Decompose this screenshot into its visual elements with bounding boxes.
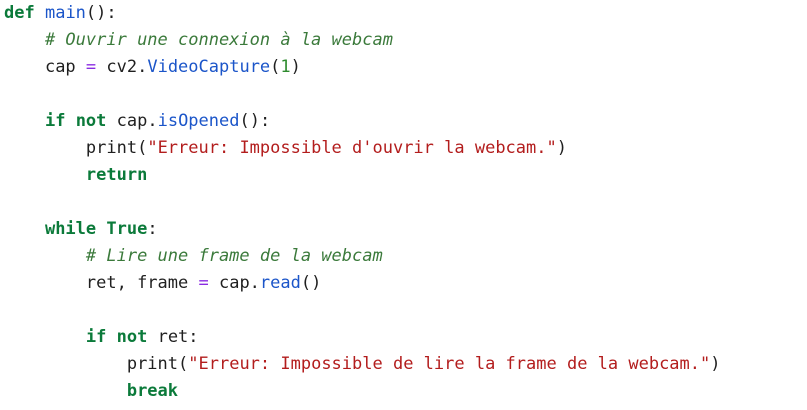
punctuation: ():: [85, 3, 117, 23]
code-editor: def main(): # Ouvrir une connexion à la …: [0, 0, 807, 410]
punctuation: (): [300, 273, 322, 293]
punctuation: ():: [239, 111, 271, 131]
comment: # Lire une frame de la webcam: [85, 246, 383, 266]
module-ref: cv2.: [96, 57, 148, 77]
keyword-not: not: [116, 327, 148, 347]
code-line-def-main: def main():: [4, 0, 117, 27]
number-literal: 1: [280, 57, 291, 77]
code-line-if-not-ret: if not ret:: [4, 324, 199, 351]
method-name: VideoCapture: [147, 57, 271, 77]
code-line-break: break: [4, 378, 178, 405]
code-line-print-read-error: print("Erreur: Impossible de lire la fra…: [126, 354, 721, 374]
comment: # Ouvrir une connexion à la webcam: [44, 30, 393, 50]
builtin-print: print: [85, 138, 138, 158]
code-line-read: ret, frame = cap.read(): [4, 270, 321, 297]
builtin-print: print: [126, 354, 179, 374]
paren-close: ): [290, 57, 301, 77]
operator: =: [198, 273, 209, 293]
keyword-def: def: [4, 3, 35, 23]
variables: ret, frame: [85, 273, 199, 293]
code-line-capture: cap = cv2.VideoCapture(1): [4, 54, 301, 81]
code-line-return: return: [4, 162, 147, 189]
keyword-if: if: [44, 111, 66, 131]
string-literal: "Erreur: Impossible de lire la frame de …: [188, 354, 711, 374]
paren-open: (: [270, 57, 281, 77]
code-line-print-open-error: print("Erreur: Impossible d'ouvrir la we…: [85, 138, 567, 158]
code-line-if-opened: if not cap.isOpened():: [4, 108, 270, 135]
object-ref: cap.: [106, 111, 158, 131]
variable: ret:: [147, 327, 199, 347]
keyword-return: return: [85, 165, 148, 185]
string-literal: "Erreur: Impossible d'ouvrir la webcam.": [147, 138, 557, 158]
code-line-comment-read: # Lire une frame de la webcam: [4, 243, 383, 270]
keyword-while: while: [44, 219, 97, 239]
variable: cap: [44, 57, 86, 77]
code-line-while: while True:: [44, 219, 158, 239]
operator: =: [85, 57, 97, 77]
method-name: read: [259, 273, 301, 293]
keyword-true: True: [106, 219, 148, 239]
keyword-not: not: [75, 111, 107, 131]
keyword-if: if: [85, 327, 107, 347]
method-name: isOpened: [157, 111, 240, 131]
code-line-comment-open: # Ouvrir une connexion à la webcam: [4, 27, 393, 54]
function-name: main: [44, 3, 86, 23]
object-ref: cap.: [208, 273, 260, 293]
keyword-break: break: [126, 381, 179, 401]
